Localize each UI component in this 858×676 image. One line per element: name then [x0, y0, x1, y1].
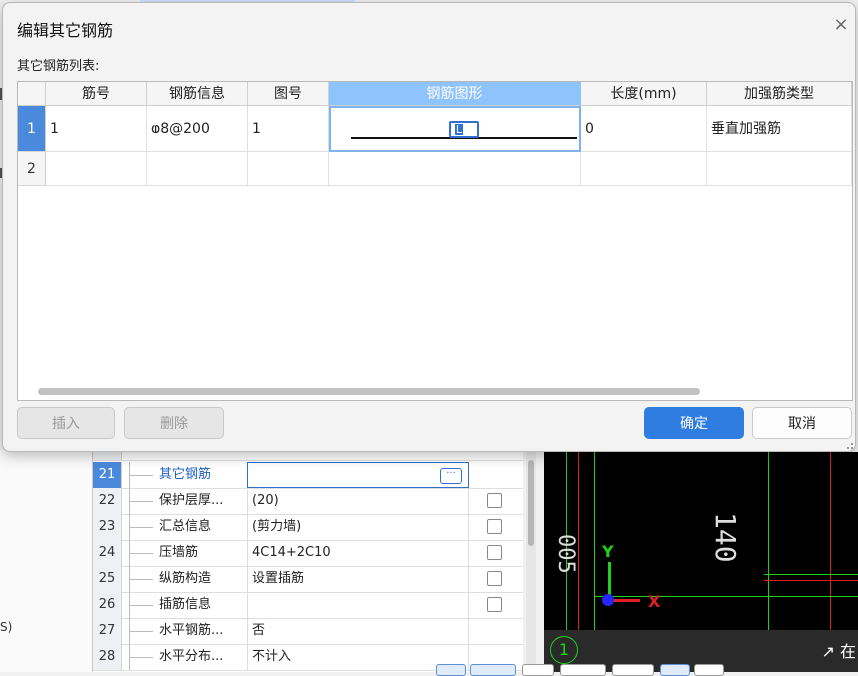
property-table: 21 其它钢筋 ··· 22 保护层厚... (20) 23 汇总信息 (剪力墙… [92, 448, 523, 672]
property-checkbox[interactable] [487, 597, 502, 612]
cad-y-axis-label: Y [602, 542, 614, 561]
cell-rebar-shape[interactable]: L [329, 106, 581, 152]
cad-axis-line [578, 452, 579, 630]
property-value[interactable]: (剪力墙) [247, 514, 469, 540]
cad-viewport[interactable]: 140 005 Y X 1 ↗ 在 [544, 452, 858, 672]
resize-grip-icon[interactable] [847, 443, 853, 449]
toolbar-button[interactable] [612, 664, 654, 676]
cell-rebar-info[interactable] [147, 152, 248, 186]
background-bottom-toolbar [436, 664, 726, 676]
cell-length[interactable]: 0 [581, 106, 707, 152]
property-name: 纵筋构造 [159, 571, 212, 586]
toolbar-button[interactable] [694, 664, 724, 676]
close-icon[interactable]: × [831, 15, 851, 35]
column-header-rebar-shape[interactable]: 钢筋图形 [329, 82, 581, 106]
cad-dimension-label: 140 [709, 512, 742, 563]
cad-x-axis-icon [610, 599, 640, 602]
grid-corner[interactable] [18, 82, 46, 106]
column-header-reinforcement-type[interactable]: 加强筋类型 [707, 82, 852, 106]
cad-dimension-label: 005 [553, 534, 578, 574]
property-name: 汇总信息 [159, 519, 212, 534]
property-checkbox[interactable] [487, 571, 502, 586]
property-value[interactable]: 否 [247, 618, 469, 644]
rebar-shape-label: L [455, 123, 463, 136]
column-header-bar-number[interactable]: 筋号 [46, 82, 147, 106]
property-table-scrollbar[interactable] [526, 452, 536, 672]
property-checkbox[interactable] [487, 545, 502, 560]
row-number[interactable]: 2 [18, 152, 46, 186]
cell-reinforcement-type[interactable]: 垂直加强筋 [707, 106, 852, 152]
property-row-number: 27 [93, 618, 122, 644]
cell-reinforcement-type[interactable] [707, 152, 852, 186]
cad-dimension-line [764, 574, 858, 575]
property-name: 其它钢筋 [159, 467, 212, 482]
property-row-other-rebar[interactable]: 21 其它钢筋 ··· [93, 462, 523, 489]
property-row[interactable]: 27 水平钢筋... 否 [93, 618, 523, 645]
toolbar-button[interactable] [470, 664, 516, 676]
cad-origin-icon [602, 594, 614, 606]
ok-button[interactable]: 确定 [644, 407, 744, 439]
cad-axis-line [830, 452, 831, 630]
property-checkbox[interactable] [487, 519, 502, 534]
ellipsis-button[interactable]: ··· [440, 468, 462, 484]
property-row-number: 22 [93, 488, 122, 514]
rebar-grid: 筋号 钢筋信息 图号 钢筋图形 长度(mm) 加强筋类型 1 1 ⱷ8@200 … [17, 81, 853, 401]
cad-x-axis-label: X [648, 592, 661, 611]
row-number[interactable]: 1 [18, 106, 46, 152]
rebar-list-label: 其它钢筋列表: [17, 59, 100, 74]
cell-bar-number[interactable]: 1 [46, 106, 147, 152]
toolbar-button[interactable] [436, 664, 466, 676]
cad-grid-line [594, 596, 858, 597]
property-name: 水平分布... [159, 649, 224, 664]
property-row[interactable]: 23 汇总信息 (剪力墙) [93, 514, 523, 541]
property-name: 保护层厚... [159, 493, 224, 508]
property-row[interactable]: 22 保护层厚... (20) [93, 488, 523, 515]
cancel-button[interactable]: 取消 [752, 407, 852, 439]
cad-status-text: ↗ 在 [821, 642, 857, 661]
delete-button[interactable]: 删除 [124, 407, 224, 439]
property-value[interactable]: (20) [247, 488, 469, 514]
property-value[interactable] [247, 592, 469, 618]
toolbar-button[interactable] [560, 664, 606, 676]
property-row[interactable]: 25 纵筋构造 设置插筋 [93, 566, 523, 593]
cad-grid-line [768, 452, 769, 630]
rebar-shape-editor[interactable]: L [449, 121, 479, 138]
property-value-field[interactable]: ··· [247, 462, 469, 488]
cell-bar-number[interactable] [46, 152, 147, 186]
insert-button[interactable]: 插入 [17, 407, 115, 439]
toolbar-button[interactable] [522, 664, 554, 676]
property-name: 压墙筋 [159, 545, 199, 560]
property-row-number: 25 [93, 566, 122, 592]
scrollbar-thumb[interactable] [528, 460, 534, 546]
column-header-figure-number[interactable]: 图号 [248, 82, 329, 106]
property-row-number: 28 [93, 644, 122, 670]
edit-other-rebar-dialog: 编辑其它钢筋 × 其它钢筋列表: 筋号 钢筋信息 图号 钢筋图形 长度(mm) … [2, 2, 856, 452]
property-row-number: 24 [93, 540, 122, 566]
cad-axis-line [764, 580, 858, 581]
cell-figure-number[interactable]: 1 [248, 106, 329, 152]
cell-rebar-shape[interactable] [329, 152, 581, 186]
background-left-label: S) [0, 620, 13, 634]
dialog-title: 编辑其它钢筋 [17, 21, 114, 40]
cell-rebar-info[interactable]: ⱷ8@200 [147, 106, 248, 152]
property-row[interactable]: 24 压墙筋 4C14+2C10 [93, 540, 523, 567]
property-value[interactable]: 4C14+2C10 [247, 540, 469, 566]
property-row-number: 26 [93, 592, 122, 618]
background-left-panel [0, 450, 92, 672]
property-row-number: 23 [93, 514, 122, 540]
property-checkbox[interactable] [487, 493, 502, 508]
property-value[interactable]: 设置插筋 [247, 566, 469, 592]
cell-figure-number[interactable] [248, 152, 329, 186]
property-name: 插筋信息 [159, 597, 212, 612]
property-row[interactable]: 26 插筋信息 [93, 592, 523, 619]
column-header-rebar-info[interactable]: 钢筋信息 [147, 82, 248, 106]
column-header-length[interactable]: 长度(mm) [581, 82, 707, 106]
cad-grid-marker: 1 [550, 636, 578, 664]
toolbar-button[interactable] [660, 664, 690, 676]
property-row-number: 21 [93, 462, 122, 488]
grid-horizontal-scrollbar[interactable] [38, 388, 700, 395]
property-name: 水平钢筋... [159, 623, 224, 638]
cell-length[interactable] [581, 152, 707, 186]
cad-grid-line [594, 452, 595, 630]
